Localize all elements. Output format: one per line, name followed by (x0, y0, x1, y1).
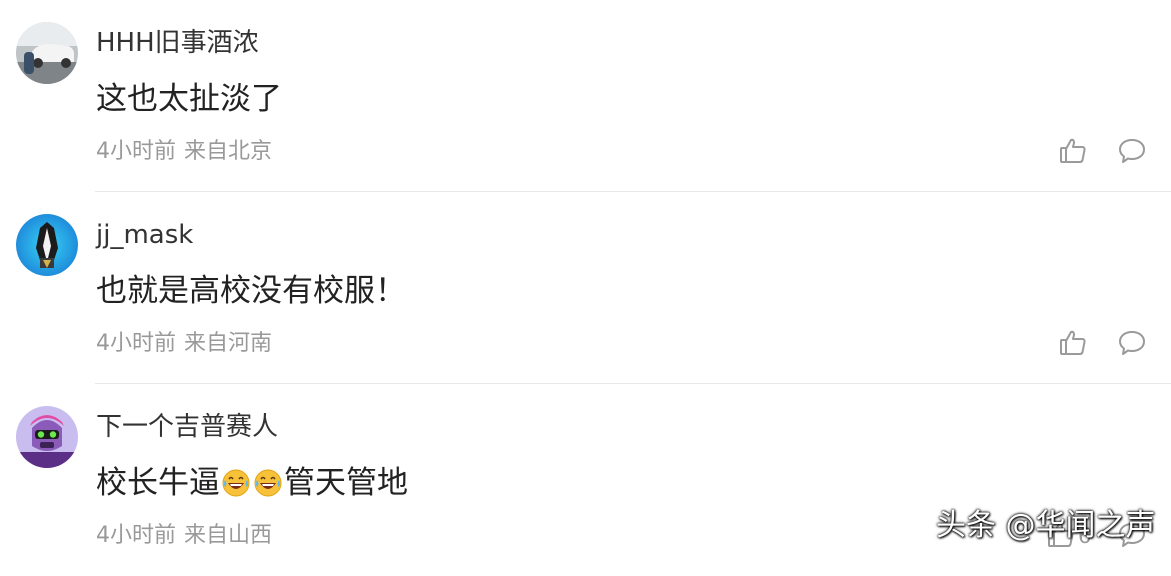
comment-text-start: 校长牛逼 (96, 465, 220, 501)
avatar[interactable] (16, 406, 78, 468)
comment-text: 这也太扯淡了 (96, 81, 282, 117)
comment-item: HHH旧事酒浓 这也太扯淡了 4小时前 来自北京 (0, 0, 1171, 192)
comment-meta: 4小时前 来自北京 (96, 138, 272, 166)
comment-meta: 4小时前 来自河南 (96, 330, 272, 358)
speech-bubble-icon (1119, 139, 1145, 163)
thumbs-up-icon (1060, 138, 1086, 163)
reply-button[interactable] (1117, 328, 1147, 358)
speech-bubble-icon (1119, 331, 1145, 355)
comment-location: 来自河南 (184, 331, 273, 356)
comment-text-end: 管天管地 (284, 465, 408, 501)
laughing-tears-emoji (222, 469, 250, 497)
like-button[interactable] (1058, 328, 1088, 358)
comment-item: jj_mask 也就是高校没有校服！ 4小时前 来自河南 (0, 192, 1171, 384)
comment-time: 4小时前 (96, 523, 176, 548)
comment-item: 下一个吉普赛人 校长牛逼 管天管地 4小时前 来自山西 6 (0, 384, 1171, 576)
comment-meta: 4小时前 来自山西 (96, 522, 272, 550)
username[interactable]: 下一个吉普赛人 (96, 408, 278, 446)
comment-location: 来自北京 (184, 139, 273, 164)
username[interactable]: HHH旧事酒浓 (96, 24, 259, 62)
comment-text: 校长牛逼 管天管地 (96, 461, 408, 505)
laughing-tears-emoji (254, 469, 282, 497)
username[interactable]: jj_mask (96, 216, 193, 254)
reply-button[interactable] (1117, 136, 1147, 166)
comment-location: 来自山西 (184, 523, 273, 548)
thumbs-up-icon (1060, 330, 1086, 355)
watermark: 头条 @华闻之声 (936, 508, 1156, 543)
comment-time: 4小时前 (96, 331, 176, 356)
avatar[interactable] (16, 22, 78, 84)
like-button[interactable] (1058, 136, 1088, 166)
comment-text: 也就是高校没有校服！ (96, 273, 406, 309)
avatar[interactable] (16, 214, 78, 276)
comment-time: 4小时前 (96, 139, 176, 164)
